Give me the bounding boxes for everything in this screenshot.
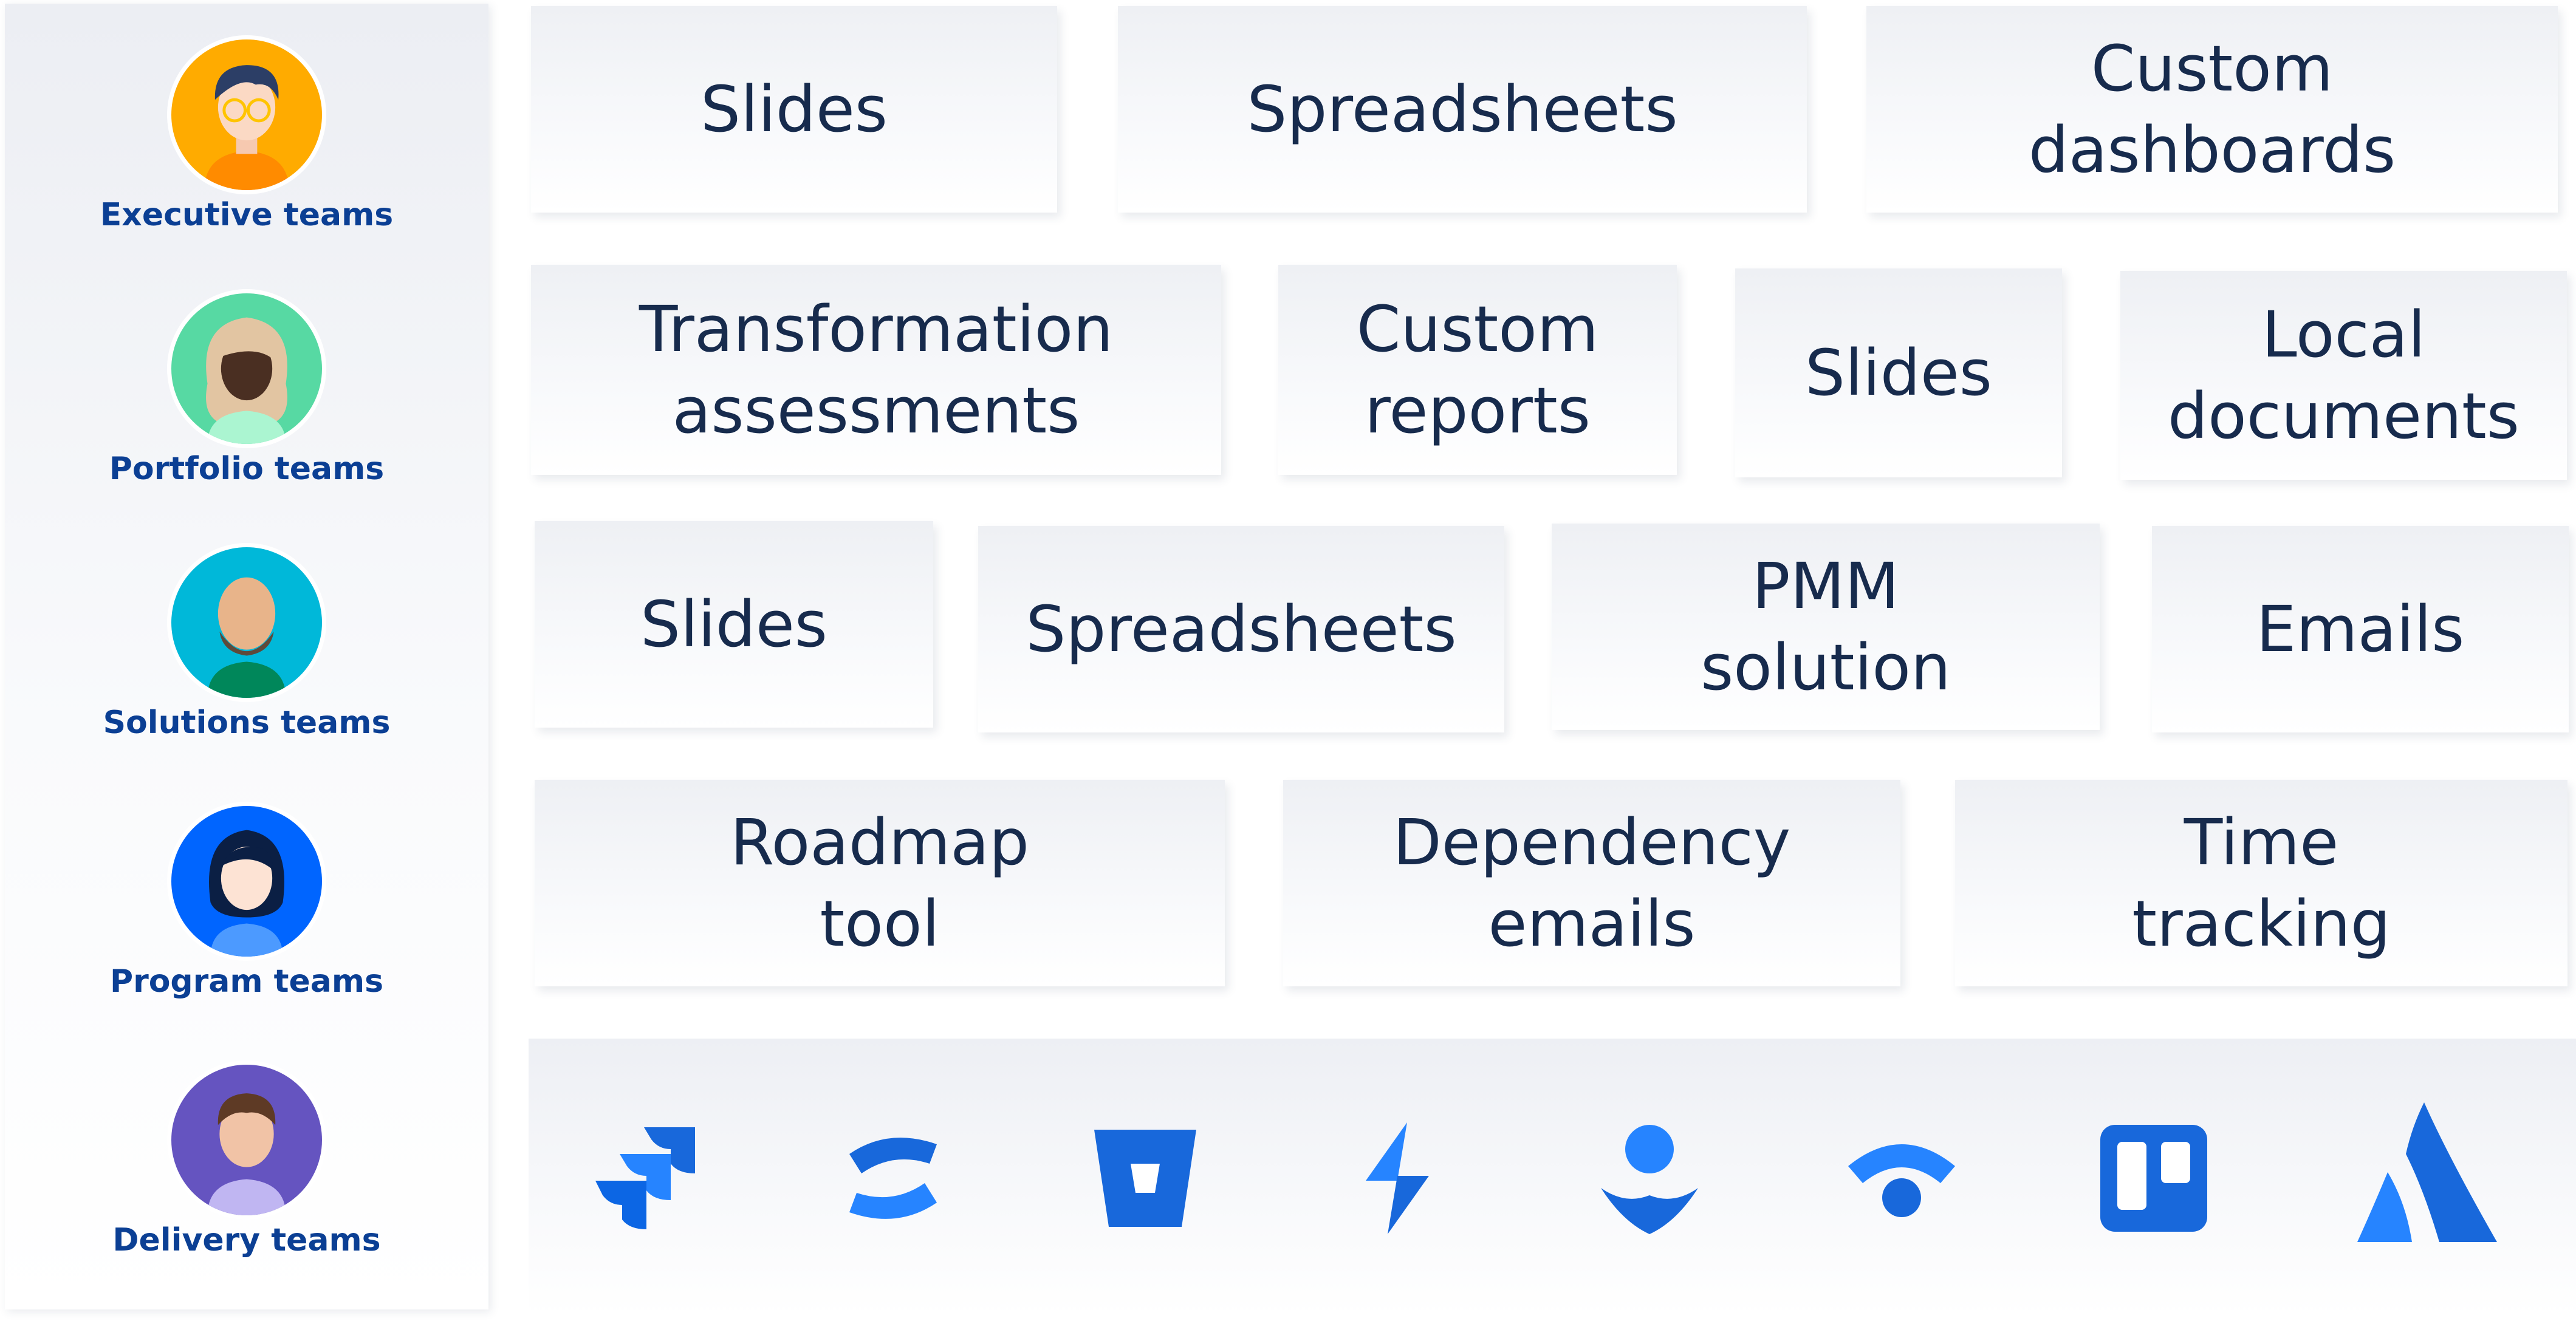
product-icons-bar <box>529 1039 2576 1315</box>
atlassian-icon <box>2345 1096 2509 1248</box>
jira-software-icon <box>583 1118 705 1239</box>
card-label: Local documents <box>2168 298 2519 453</box>
team-label-program: Program teams <box>109 963 384 1000</box>
program-avatar <box>167 802 326 961</box>
bitbucket-icon <box>1084 1118 1206 1239</box>
team-solutions: Solutions teams <box>5 543 488 741</box>
card-label: Custom dashboards <box>2028 32 2396 187</box>
portfolio-persona-icon <box>206 317 287 444</box>
team-executive: Executive teams <box>5 35 488 233</box>
card-label: Transformation assessments <box>639 292 1114 448</box>
card-label: Roadmap tool <box>730 805 1030 961</box>
trello-icon <box>2093 1118 2215 1239</box>
card-spreadsheets-solutions: Spreadsheets <box>978 526 1504 732</box>
solutions-persona-icon <box>207 577 286 698</box>
card-roadmap-tool: Roadmap tool <box>535 780 1225 986</box>
card-label: Custom reports <box>1356 292 1599 448</box>
solutions-avatar <box>167 543 326 702</box>
card-label: Spreadsheets <box>1026 592 1457 666</box>
card-label: Slides <box>640 587 827 661</box>
executive-persona-icon <box>204 65 289 190</box>
statuspage-icon <box>1841 1118 1962 1239</box>
card-dependency-emails: Dependency emails <box>1283 780 1900 986</box>
card-emails: Emails <box>2152 526 2569 732</box>
card-custom-reports: Custom reports <box>1278 265 1677 475</box>
card-label: Time tracking <box>2132 805 2391 961</box>
card-slides-executive: Slides <box>531 6 1057 213</box>
card-label: Spreadsheets <box>1247 72 1678 146</box>
card-label: Emails <box>2256 592 2465 666</box>
card-label: PMM solution <box>1701 549 1951 705</box>
opsgenie-icon <box>1589 1118 1710 1239</box>
card-pmm-solution: PMM solution <box>1552 524 2100 730</box>
card-label: Slides <box>701 72 888 146</box>
portfolio-avatar <box>167 289 326 448</box>
team-portfolio: Portfolio teams <box>5 289 488 487</box>
card-local-documents: Local documents <box>2120 271 2567 480</box>
card-label: Slides <box>1805 336 1992 410</box>
program-persona-icon <box>209 830 284 957</box>
card-label: Dependency emails <box>1392 805 1791 961</box>
card-time-tracking: Time tracking <box>1955 780 2567 986</box>
team-program: Program teams <box>5 802 488 1000</box>
jira-service-management-icon <box>1337 1118 1458 1239</box>
delivery-persona-icon <box>207 1093 286 1215</box>
card-slides-solutions: Slides <box>535 521 933 728</box>
team-label-executive: Executive teams <box>100 197 394 233</box>
delivery-avatar <box>167 1060 326 1220</box>
executive-avatar <box>167 35 326 194</box>
card-custom-dashboards: Custom dashboards <box>1866 6 2558 213</box>
team-label-delivery: Delivery teams <box>112 1222 381 1258</box>
team-sidebar: Executive teams Portfolio teams Solution… <box>5 4 488 1309</box>
team-delivery: Delivery teams <box>5 1060 488 1258</box>
card-transformation-assessments: Transformation assessments <box>531 265 1221 475</box>
confluence-icon <box>832 1118 954 1239</box>
team-label-portfolio: Portfolio teams <box>109 451 385 487</box>
team-label-solutions: Solutions teams <box>103 705 391 741</box>
card-spreadsheets-executive: Spreadsheets <box>1118 6 1807 213</box>
card-slides-portfolio: Slides <box>1735 268 2062 477</box>
